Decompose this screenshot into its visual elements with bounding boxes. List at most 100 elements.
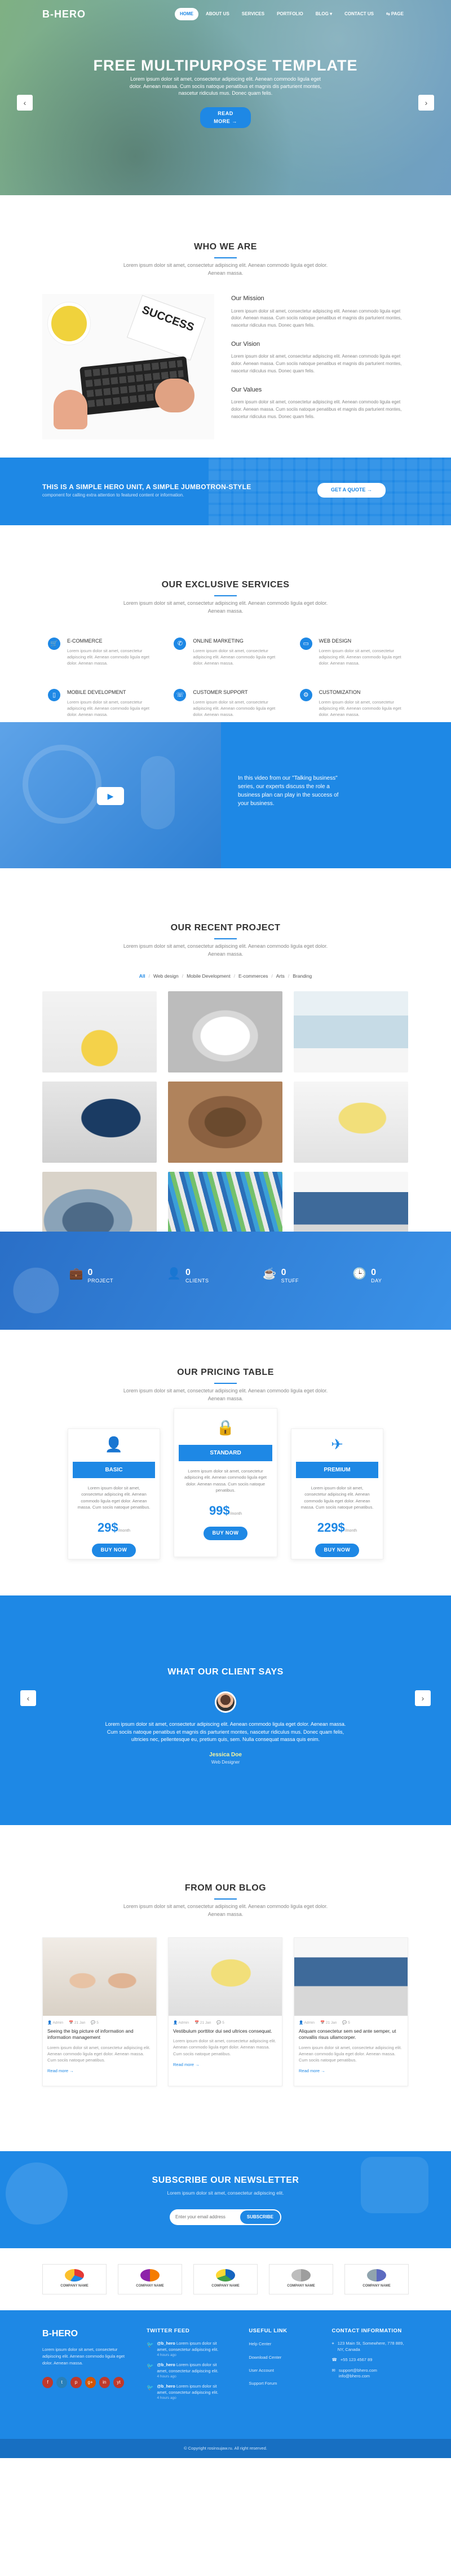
section-subtitle: Lorem ipsum dolor sit amet, consectetur … <box>167 2190 284 2196</box>
counter-value: 0 <box>185 1268 191 1277</box>
post-title[interactable]: Aliquam consectetur sem sed ante semper,… <box>294 2028 408 2041</box>
project-image-brushes[interactable] <box>42 991 157 1072</box>
nav-item-blog[interactable]: BLOG ▾ <box>311 8 337 20</box>
service-text: Lorem ipsum dolor sit amet, consectetur … <box>67 648 149 666</box>
project-image-laptop[interactable] <box>42 1081 157 1163</box>
projects-section: OUR RECENT PROJECT Lorem ipsum dolor sit… <box>0 868 451 1253</box>
service-title: CUSTOMIZATION <box>319 689 361 696</box>
nav-item-page[interactable]: ⇆ PAGE <box>381 8 409 20</box>
play-icon[interactable]: ▶ <box>97 787 124 805</box>
email-input[interactable] <box>175 2214 240 2220</box>
section-subtitle: Lorem ipsum dolor sit amet, consectetur … <box>123 1904 328 1917</box>
nav-item-services[interactable]: SERVICES <box>237 8 269 20</box>
slider-next-button[interactable]: › <box>418 95 434 111</box>
brand-logo[interactable]: COMPANY NAME <box>118 2264 182 2294</box>
title-divider <box>214 1898 237 1900</box>
footer-link-download-center[interactable]: Download Center <box>249 2354 309 2360</box>
hero-description: Lorem ipsum dolor sit amet, consectetur … <box>129 76 322 96</box>
filter-web-design[interactable]: Web design <box>153 973 179 980</box>
post-title[interactable]: Seeing the big picture of information an… <box>43 2028 156 2041</box>
brand-logo[interactable]: COMPANY NAME <box>269 2264 333 2294</box>
post-author: 👤 Admin <box>299 2021 315 2025</box>
slider-prev-button[interactable]: ‹ <box>17 95 33 111</box>
blog-post-image[interactable] <box>169 1938 282 2016</box>
footer-link-support-forum[interactable]: Support Forum <box>249 2380 309 2386</box>
phone-icon: ☎ <box>331 2357 337 2363</box>
pricing-plan-standard: 🔒 STANDARD Lorem ipsum dolor sit amet, c… <box>174 1408 277 1557</box>
plan-period: /month <box>229 1512 242 1516</box>
pricing-section: OUR PRICING TABLE Lorem ipsum dolor sit … <box>0 1330 451 1595</box>
buy-now-button[interactable]: BUY NOW <box>315 1544 360 1557</box>
buy-now-button[interactable]: BUY NOW <box>203 1527 248 1540</box>
plan-period: /month <box>344 1529 357 1533</box>
logo[interactable]: B-HERO <box>42 7 86 22</box>
video-thumbnail: ▶ <box>0 722 221 868</box>
map-pin-icon: ⌖ <box>331 2341 334 2346</box>
megaphone-icon: ✆ <box>174 638 187 650</box>
filter-mobile-development[interactable]: Mobile Development <box>187 973 230 980</box>
filter-arts[interactable]: Arts <box>276 973 285 980</box>
subscribe-button[interactable]: SUBSCRIBE <box>240 2210 280 2224</box>
pinterest-icon[interactable]: p <box>70 2377 82 2388</box>
nav-item-about[interactable]: ABOUT US <box>201 8 235 20</box>
post-title[interactable]: Vestibulum porttitor dui sed ultrices co… <box>169 2028 282 2034</box>
service-text: Lorem ipsum dolor sit amet, consectetur … <box>319 699 401 718</box>
footer-link-user-account[interactable]: User Account <box>249 2367 309 2373</box>
read-more-button[interactable]: READ MORE → <box>200 107 251 128</box>
service-title: E-COMMERCE <box>67 638 103 644</box>
nav-item-contact[interactable]: CONTACT US <box>339 8 379 20</box>
video-section: ▶ In this video from our "Talking busine… <box>0 722 451 868</box>
twitter-icon: 🐦 <box>147 2385 154 2392</box>
service-item: ⚙ CUSTOMIZATION Lorem ipsum dolor sit amet… <box>299 689 409 718</box>
linkedin-icon[interactable]: in <box>99 2377 110 2388</box>
post-author: 👤 Admin <box>173 2021 189 2025</box>
mail-icon: ✉ <box>331 2367 335 2373</box>
footer-link-help-center[interactable]: Help Center <box>249 2341 309 2347</box>
service-text: Lorem ipsum dolor sit amet, consectetur … <box>319 648 401 666</box>
blog-post-image[interactable] <box>294 1938 408 2016</box>
plan-name: STANDARD <box>179 1445 272 1461</box>
blog-post: 👤 Admin 📅 21 Jan 💬 5 Vestibulum porttitor … <box>168 1937 282 2086</box>
vision-text: Lorem ipsum dolor sit amet, consectetur … <box>231 354 402 373</box>
footer-logo[interactable]: B-HERO <box>42 2327 124 2341</box>
read-more-link[interactable]: Read more → <box>43 2063 156 2074</box>
brand-logo[interactable]: COMPANY NAME <box>193 2264 258 2294</box>
values-title: Our Values <box>231 386 262 393</box>
twitter-feed-title: TWITTER FEED <box>147 2328 190 2334</box>
read-more-link[interactable]: Read more → <box>294 2063 408 2074</box>
brand-logo[interactable]: COMPANY NAME <box>344 2264 409 2294</box>
filter-all[interactable]: All <box>139 973 145 980</box>
service-item: ✆ ONLINE MARKETING Lorem ipsum dolor sit a… <box>174 638 282 666</box>
buy-now-button[interactable]: BUY NOW <box>91 1544 136 1557</box>
brand-logos: COMPANY NAME COMPANY NAME COMPANY NAME C… <box>0 2248 451 2310</box>
plan-period: /month <box>118 1529 131 1533</box>
counter-value: 0 <box>281 1268 286 1277</box>
brand-logo[interactable]: COMPANY NAME <box>42 2264 107 2294</box>
section-title: WHAT OUR CLIENT SAYS <box>167 1667 284 1677</box>
testimonial-section: WHAT OUR CLIENT SAYS Lorem ipsum dolor s… <box>0 1595 451 1825</box>
project-image-book[interactable] <box>168 991 282 1072</box>
project-image-phone-desk[interactable] <box>168 1081 282 1163</box>
read-more-link[interactable]: Read more → <box>169 2057 282 2068</box>
post-excerpt: Lorem ipsum dolor sit amet, consectetur … <box>47 2045 151 2063</box>
project-image-imac[interactable] <box>294 991 408 1072</box>
nav-item-portfolio[interactable]: PORTFOLIO <box>272 8 308 20</box>
get-quote-button[interactable]: GET A QUOTE → <box>317 483 386 498</box>
filter-branding[interactable]: Branding <box>293 973 312 980</box>
testimonial-next-button[interactable]: › <box>415 1690 431 1706</box>
blog-post-image[interactable] <box>43 1938 156 2016</box>
service-text: Lorem ipsum dolor sit amet, consectetur … <box>193 648 276 666</box>
section-title: FROM OUR BLOG <box>184 1883 267 1893</box>
twitter-icon[interactable]: t <box>56 2377 68 2388</box>
section-title: OUR RECENT PROJECT <box>170 923 281 933</box>
project-image-notebook[interactable] <box>294 1081 408 1163</box>
facebook-icon[interactable]: f <box>42 2377 54 2388</box>
filter-e-commerces[interactable]: E-commerces <box>238 973 268 980</box>
youtube-icon[interactable]: yt <box>113 2377 125 2388</box>
counter-stuff: ☕ 0 STUFF <box>263 1268 299 1285</box>
plan-name: PREMIUM <box>296 1462 378 1478</box>
post-comments: 💬 5 <box>91 2021 99 2025</box>
google-plus-icon[interactable]: g+ <box>85 2377 96 2388</box>
nav-item-home[interactable]: HOME <box>175 8 198 20</box>
testimonial-prev-button[interactable]: ‹ <box>20 1690 36 1706</box>
